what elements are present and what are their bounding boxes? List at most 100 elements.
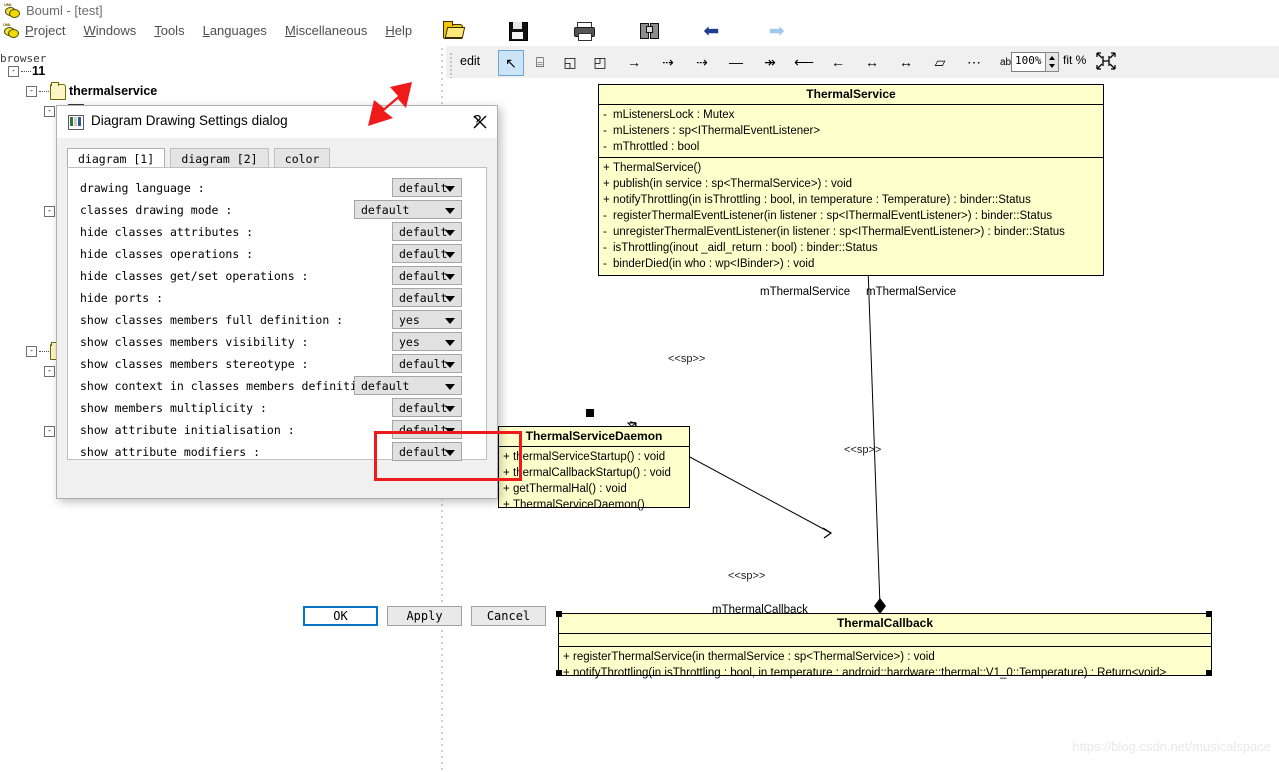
tree-toggle-icon[interactable]: -	[44, 206, 55, 218]
chevron-down-icon[interactable]	[445, 340, 455, 346]
settings-label: show context in classes members definiti…	[80, 379, 385, 393]
tab-diagram-1-[interactable]: diagram [1]	[67, 148, 166, 168]
settings-dropdown[interactable]: default	[392, 222, 462, 241]
settings-label: hide classes attributes :	[80, 225, 254, 239]
chevron-down-icon[interactable]	[445, 296, 455, 302]
class-member: - isThrottling(inout _aidl_return : bool)…	[599, 240, 1103, 256]
member-signature: registerThermalService(in thermalService…	[573, 651, 935, 663]
menu-item-project[interactable]: Project	[16, 23, 74, 38]
tree-item[interactable]: - 11	[8, 62, 45, 80]
back-arrow-icon[interactable]: ⬅	[701, 18, 727, 44]
realization-dashed-arrow-tool[interactable]: ⇢	[690, 50, 714, 74]
menu-item-windows[interactable]: Windows	[74, 23, 145, 38]
diagram-canvas[interactable]: ThermalService - mListenersLock : Mutex - m…	[446, 78, 1279, 772]
member-visibility: -	[603, 226, 607, 238]
class-attributes	[559, 634, 1211, 647]
tree-toggle-icon[interactable]: -	[44, 106, 55, 118]
bidirectional-hollow-arrow-tool[interactable]: ↔	[860, 50, 884, 74]
chevron-down-icon[interactable]	[445, 274, 455, 280]
binoculars-search-icon[interactable]	[636, 18, 662, 44]
settings-dropdown-value: default	[361, 379, 410, 393]
dialog-tabs[interactable]: diagram [1] diagram [2] color	[67, 148, 487, 168]
chevron-down-icon[interactable]	[445, 362, 455, 368]
tree-toggle-icon[interactable]: -	[44, 366, 55, 378]
toolbar-grip[interactable]	[449, 51, 453, 79]
settings-row: show classes members full definition : ye…	[80, 310, 480, 332]
tab-diagram-2-[interactable]: diagram [2]	[170, 148, 269, 168]
tree-toggle-icon[interactable]: -	[26, 346, 37, 358]
settings-dropdown[interactable]: default	[392, 398, 462, 417]
zoom-stepper[interactable]	[1045, 52, 1059, 72]
tree-toggle-icon[interactable]: -	[8, 66, 19, 78]
fit-to-window-icon[interactable]	[1095, 50, 1117, 72]
member-visibility: -	[603, 258, 607, 270]
settings-dropdown[interactable]: default	[392, 288, 462, 307]
save-icon[interactable]	[505, 18, 531, 44]
forward-arrow-icon[interactable]: ➡	[767, 18, 793, 44]
class-tool[interactable]: ⌸	[528, 50, 552, 74]
tab-color[interactable]: color	[273, 148, 331, 168]
chevron-down-icon[interactable]	[445, 186, 455, 192]
folder-icon	[50, 81, 66, 100]
uml-class-thermalservice[interactable]: ThermalService - mListenersLock : Mutex - m…	[598, 84, 1104, 276]
tree-toggle-icon[interactable]: -	[26, 86, 37, 98]
apply-button[interactable]: Apply	[387, 606, 462, 626]
menu-item-languages[interactable]: Languages	[194, 23, 276, 38]
dependency-dashed-arrow-tool[interactable]: ⇢	[656, 50, 680, 74]
reverse-arrow-tool[interactable]: ⟵	[792, 50, 816, 74]
zoom-down-icon[interactable]	[1049, 64, 1055, 68]
tree-toggle-icon[interactable]: -	[44, 426, 55, 438]
settings-dropdown[interactable]: yes	[392, 310, 462, 329]
chevron-down-icon[interactable]	[445, 384, 455, 390]
settings-dropdown[interactable]: yes	[392, 332, 462, 351]
diagram-drawing-settings-dialog[interactable]: Diagram Drawing Settings dialog ? diagra…	[56, 105, 546, 626]
print-icon[interactable]	[571, 18, 597, 44]
note-tool[interactable]: ◰	[588, 50, 612, 74]
selection-handle[interactable]	[1206, 611, 1212, 617]
settings-row: hide classes get/set operations : default	[80, 266, 480, 288]
settings-dropdown[interactable]: default	[354, 200, 462, 219]
menu-item-tools[interactable]: Tools	[145, 23, 193, 38]
anchor-note-tool[interactable]: ▱	[928, 50, 952, 74]
select-tool[interactable]: ↖	[498, 50, 524, 76]
menu-item-help[interactable]: Help	[376, 23, 421, 38]
member-signature: notifyThrottling(in isThrottling : bool,…	[573, 667, 1167, 679]
open-icon[interactable]	[440, 18, 466, 44]
settings-row: show members multiplicity : default	[80, 398, 480, 420]
package-tool[interactable]: ◱	[558, 50, 582, 74]
chevron-down-icon[interactable]	[445, 318, 455, 324]
dotted-line-tool[interactable]: ⋯	[962, 50, 986, 74]
settings-dropdown[interactable]: default	[354, 376, 462, 395]
selection-handle[interactable]	[556, 670, 562, 676]
fit-percent-label[interactable]: fit %	[1063, 53, 1086, 67]
class-member: - unregisterThermalEventListener(in liste…	[599, 224, 1103, 240]
selection-handle[interactable]	[556, 611, 562, 617]
association-arrow-tool[interactable]: →	[622, 50, 646, 74]
member-visibility: +	[603, 194, 610, 206]
solid-left-arrow-tool[interactable]: ←	[826, 50, 850, 74]
close-icon[interactable]	[469, 112, 491, 132]
chevron-down-icon[interactable]	[445, 208, 455, 214]
settings-dropdown[interactable]: default	[392, 244, 462, 263]
settings-dropdown[interactable]: default	[392, 266, 462, 285]
bidirectional-arrow-tool[interactable]: ↔	[894, 50, 918, 74]
chevron-down-icon[interactable]	[445, 406, 455, 412]
menu-item-miscellaneous[interactable]: Miscellaneous	[276, 23, 376, 38]
cancel-button[interactable]: Cancel	[471, 606, 546, 626]
class-attributes: - mListenersLock : Mutex - mListeners : sp<…	[599, 105, 1103, 158]
stereotype-sp-2: <<sp>>	[844, 444, 882, 456]
uml-class-thermalservicedaemon[interactable]: ThermalServiceDaemon + thermalServiceStar…	[498, 426, 690, 511]
tree-item[interactable]: - thermalservice	[26, 81, 157, 100]
chevron-down-icon[interactable]	[445, 252, 455, 258]
settings-dropdown[interactable]: default	[392, 354, 462, 373]
ok-button[interactable]: OK	[303, 606, 378, 626]
directional-association-tool[interactable]: ↠	[758, 50, 782, 74]
zoom-up-icon[interactable]	[1049, 56, 1055, 60]
settings-dropdown[interactable]: default	[392, 178, 462, 197]
uml-class-thermalcallback[interactable]: ThermalCallback + registerThermalService(…	[558, 613, 1212, 679]
selection-handle[interactable]	[1206, 670, 1212, 676]
chevron-down-icon[interactable]	[445, 230, 455, 236]
plain-line-tool[interactable]: —	[724, 50, 748, 74]
diagram-toolbar: edit ↖⌸◱◰→⇢⇢—↠⟵←↔↔▱⋯abc🖼	[446, 46, 1279, 79]
stereotype-sp-1: <<sp>>	[668, 353, 706, 365]
